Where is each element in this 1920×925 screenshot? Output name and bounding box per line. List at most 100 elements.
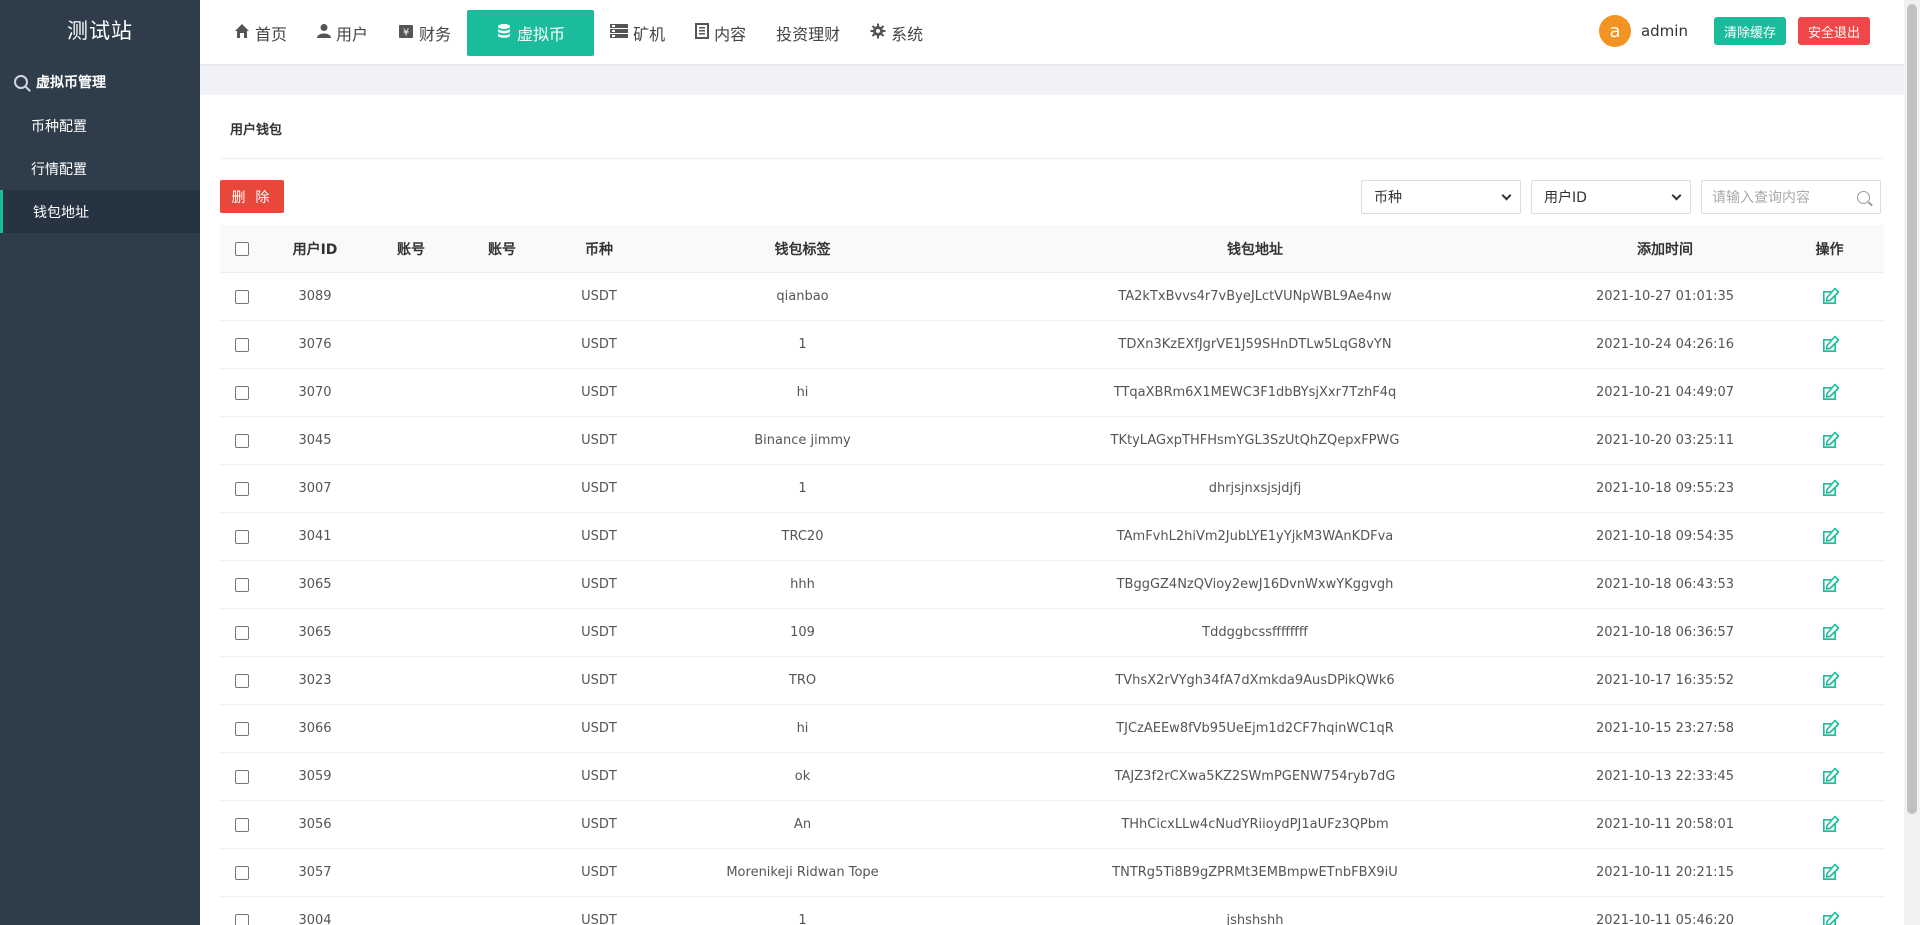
edit-icon[interactable] <box>1820 527 1840 547</box>
search-input[interactable]: 请输入查询内容 <box>1701 180 1881 214</box>
row-checkbox[interactable] <box>235 481 249 496</box>
nav-miner[interactable]: 矿机 <box>596 10 679 56</box>
select-all-cell <box>220 241 264 256</box>
edit-icon[interactable] <box>1820 815 1840 835</box>
logout-button[interactable]: 安全退出 <box>1797 17 1870 45</box>
svg-text:¥: ¥ <box>403 28 409 39</box>
sidebar-item-label: 币种配置 <box>31 118 87 135</box>
row-checkbox[interactable] <box>235 577 249 592</box>
table-row: 3056 USDT An THhCicxLLw4cNudYRiioydPJ1aUFz3… <box>220 801 1884 849</box>
delete-button[interactable]: 删 除 <box>220 180 284 213</box>
brand-title: 测试站 <box>67 19 133 43</box>
header-user-id[interactable]: 用户ID <box>264 239 366 259</box>
server-icon <box>610 23 629 43</box>
table-row: 3023 USDT TRO TVhsX2rVYgh34fA7dXmkda9AusDPi… <box>220 657 1884 705</box>
cell-wallet-tag: ok <box>794 769 811 784</box>
select-all-checkbox[interactable] <box>235 241 249 256</box>
header-coin[interactable]: 币种 <box>548 239 650 259</box>
nav-finance[interactable]: ¥ 财务 <box>384 10 465 56</box>
row-checkbox[interactable] <box>235 769 249 784</box>
edit-icon[interactable] <box>1820 719 1840 739</box>
cell-actions <box>1775 527 1884 547</box>
sidebar-item-market-config[interactable]: 行情配置 <box>0 147 200 190</box>
header-added-time[interactable]: 添加时间 <box>1555 239 1775 259</box>
scrollbar-thumb[interactable] <box>1907 4 1917 814</box>
row-checkbox[interactable] <box>235 433 249 448</box>
cell-coin: USDT <box>581 769 617 784</box>
cell-user-id: 3045 <box>298 433 332 448</box>
scrollbar[interactable] <box>1904 0 1920 925</box>
row-checkbox[interactable] <box>235 673 249 688</box>
database-icon <box>496 23 512 43</box>
chevron-down-icon <box>1671 190 1682 200</box>
user-area: a admin 清除缓存 安全退出 <box>1598 15 1870 47</box>
cell-wallet-address: TKtyLAGxpTHFHsmYGL3SzUtQhZQepxFPWG <box>1110 433 1400 448</box>
table-row: 3041 USDT TRC20 TAmFvhL2hiVm2JubLYE1yYjkM3W… <box>220 513 1884 561</box>
row-checkbox[interactable] <box>235 913 249 925</box>
cell-actions <box>1775 863 1884 883</box>
cell-user-id: 3007 <box>298 481 332 496</box>
cell-actions <box>1775 287 1884 307</box>
sidebar-item-wallet-address[interactable]: 钱包地址 <box>0 190 200 233</box>
row-checkbox[interactable] <box>235 385 249 400</box>
sidebar-group-header[interactable]: 虚拟币管理 <box>0 60 200 104</box>
edit-icon[interactable] <box>1820 575 1840 595</box>
edit-icon[interactable] <box>1820 479 1840 499</box>
page-title: 用户钱包 <box>230 123 283 138</box>
cell-user-id: 3057 <box>298 865 332 880</box>
sidebar-item-coin-config[interactable]: 币种配置 <box>0 104 200 147</box>
edit-icon[interactable] <box>1820 671 1840 691</box>
cell-added-time: 2021-10-18 09:55:23 <box>1595 481 1735 496</box>
row-select-cell <box>220 865 264 880</box>
username[interactable]: admin <box>1641 22 1688 40</box>
header-account-2[interactable]: 账号 <box>456 239 548 259</box>
sidebar: 测试站 虚拟币管理 币种配置 行情配置 钱包地址 <box>0 0 200 925</box>
nav-investment[interactable]: 投资理财 <box>762 10 854 56</box>
nav-home[interactable]: 首页 <box>220 10 301 56</box>
cell-user-id: 3089 <box>298 289 332 304</box>
nav-crypto[interactable]: 虚拟币 <box>467 10 595 56</box>
avatar[interactable]: a <box>1598 15 1631 47</box>
edit-icon[interactable] <box>1820 287 1840 307</box>
row-checkbox[interactable] <box>235 817 249 832</box>
table-row: 3007 USDT 1 dhrjsjnxsjsjdjfj 2021-10-18 09:5… <box>220 465 1884 513</box>
header-wallet-address[interactable]: 钱包地址 <box>955 239 1555 259</box>
row-checkbox[interactable] <box>235 289 249 304</box>
edit-icon[interactable] <box>1820 863 1840 883</box>
edit-icon[interactable] <box>1820 431 1840 451</box>
cell-user-id: 3004 <box>298 913 332 925</box>
field-select[interactable]: 用户ID <box>1531 180 1691 214</box>
edit-icon[interactable] <box>1820 623 1840 643</box>
row-select-cell <box>220 337 264 352</box>
cell-added-time: 2021-10-20 03:25:11 <box>1595 433 1735 448</box>
cell-actions <box>1775 383 1884 403</box>
row-checkbox[interactable] <box>235 865 249 880</box>
cell-actions <box>1775 911 1884 925</box>
edit-icon[interactable] <box>1820 383 1840 403</box>
cell-wallet-address: dhrjsjnxsjsjdjfj <box>1208 481 1302 496</box>
edit-icon[interactable] <box>1820 911 1840 925</box>
edit-icon[interactable] <box>1820 767 1840 787</box>
nav-content[interactable]: 内容 <box>681 10 760 56</box>
coin-select[interactable]: 币种 <box>1361 180 1521 214</box>
cell-user-id: 3059 <box>298 769 332 784</box>
clear-cache-button[interactable]: 清除缓存 <box>1713 17 1786 45</box>
row-checkbox[interactable] <box>235 529 249 544</box>
cell-actions <box>1775 431 1884 451</box>
cell-added-time: 2021-10-21 04:49:07 <box>1595 385 1735 400</box>
nav-user[interactable]: 用户 <box>303 10 382 56</box>
nav-system[interactable]: 系统 <box>856 10 937 56</box>
nav-label: 投资理财 <box>776 25 841 44</box>
row-checkbox[interactable] <box>235 721 249 736</box>
edit-icon[interactable] <box>1820 335 1840 355</box>
row-checkbox[interactable] <box>235 337 249 352</box>
table-row: 3045 USDT Binance jimmy TKtyLAGxpTHFHsmYGL3… <box>220 417 1884 465</box>
header-wallet-tag[interactable]: 钱包标签 <box>650 239 955 259</box>
cell-actions <box>1775 815 1884 835</box>
search-icon[interactable] <box>1857 190 1870 204</box>
nav-label: 矿机 <box>633 25 666 44</box>
row-select-cell <box>220 625 264 640</box>
header-account[interactable]: 账号 <box>366 239 456 259</box>
search-icon <box>14 75 28 89</box>
row-checkbox[interactable] <box>235 625 249 640</box>
